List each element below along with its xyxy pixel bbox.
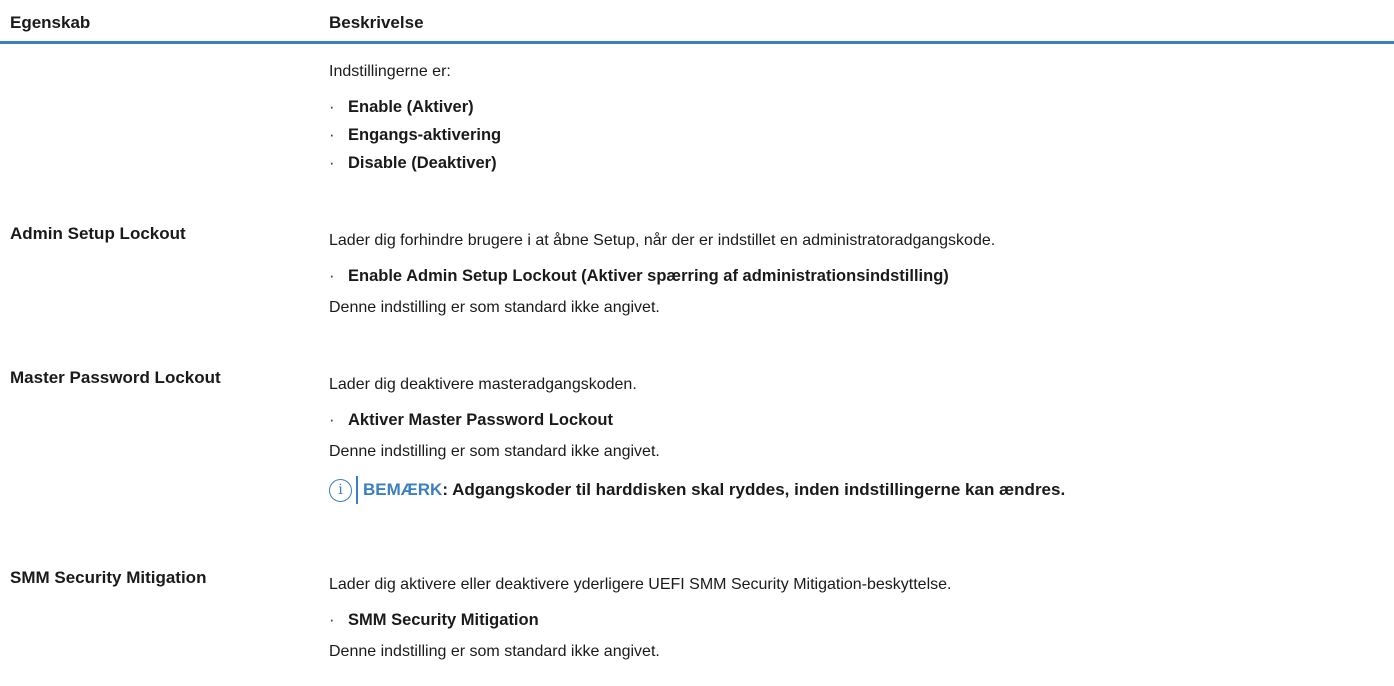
column-header-description: Beskrivelse bbox=[329, 13, 424, 32]
list-item: · Enable (Aktiver) bbox=[329, 98, 474, 116]
list-item: · Aktiver Master Password Lockout bbox=[329, 411, 613, 429]
options-list: · Aktiver Master Password Lockout bbox=[329, 410, 1389, 430]
note-label: BEMÆRK bbox=[363, 480, 443, 499]
row-intro: Indstillingerne er: bbox=[329, 63, 451, 80]
row-description: Lader dig forhindre brugere i at åbne Se… bbox=[329, 231, 1389, 333]
property-name: Admin Setup Lockout bbox=[10, 224, 186, 243]
row-intro: Lader dig deaktivere masteradgangskoden. bbox=[329, 376, 637, 393]
row-description: Lader dig deaktivere masteradgangskoden.… bbox=[329, 375, 1389, 504]
row-description: Lader dig aktivere eller deaktivere yder… bbox=[329, 575, 1389, 677]
row-footer: Denne indstilling er som standard ikke a… bbox=[329, 443, 660, 460]
list-item: · SMM Security Mitigation bbox=[329, 611, 539, 629]
column-header-property: Egenskab bbox=[10, 13, 91, 32]
note-text: : Adgangskoder til harddisken skal rydde… bbox=[442, 480, 1066, 499]
row-intro: Lader dig forhindre brugere i at åbne Se… bbox=[329, 232, 996, 249]
row-footer: Denne indstilling er som standard ikke a… bbox=[329, 643, 660, 660]
bullet-icon: · bbox=[329, 267, 335, 285]
info-icon: i bbox=[329, 478, 352, 502]
options-list: · Enable Admin Setup Lockout (Aktiver spæ… bbox=[329, 266, 1389, 286]
bullet-icon: · bbox=[329, 154, 335, 172]
list-item: · Disable (Deaktiver) bbox=[329, 154, 497, 172]
row-description: Indstillingerne er: · Enable (Aktiver) · E… bbox=[329, 62, 1389, 181]
bullet-icon: · bbox=[329, 126, 335, 144]
property-name: SMM Security Mitigation bbox=[10, 568, 207, 587]
bullet-icon: · bbox=[329, 611, 335, 629]
note-callout: i BEMÆRK : Adgangskoder til harddisken s… bbox=[329, 476, 1389, 504]
row-intro: Lader dig aktivere eller deaktivere yder… bbox=[329, 576, 952, 593]
property-name: Master Password Lockout bbox=[10, 368, 221, 387]
table-header: Egenskab Beskrivelse bbox=[0, 0, 1394, 44]
options-list: · SMM Security Mitigation bbox=[329, 610, 1389, 630]
list-item: · Enable Admin Setup Lockout (Aktiver spæ… bbox=[329, 267, 949, 285]
list-item: · Engangs-aktivering bbox=[329, 126, 502, 144]
note-divider bbox=[356, 476, 358, 504]
options-list: · Enable (Aktiver) · Engangs-aktivering · D… bbox=[329, 97, 1389, 173]
row-footer: Denne indstilling er som standard ikke a… bbox=[329, 299, 660, 316]
bullet-icon: · bbox=[329, 411, 335, 429]
bullet-icon: · bbox=[329, 98, 335, 116]
